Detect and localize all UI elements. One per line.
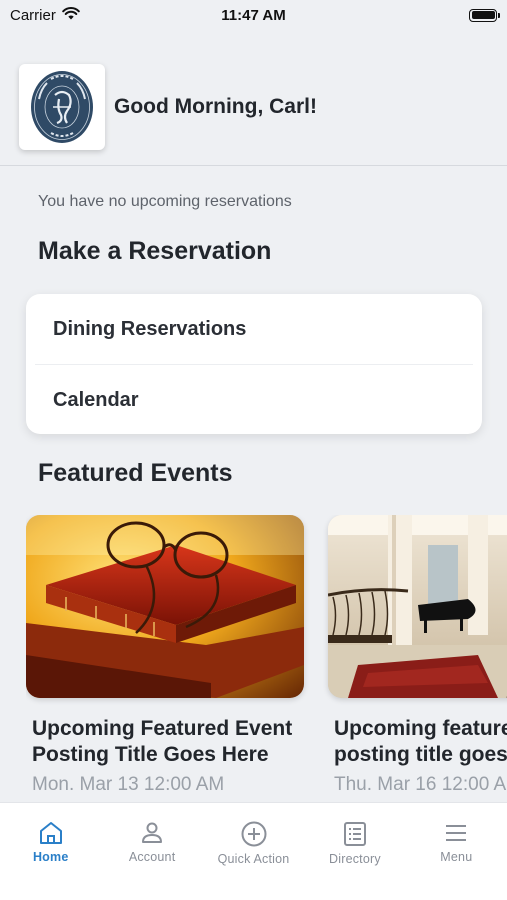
person-icon (139, 821, 165, 845)
greeting-text: Good Morning, Carl! (114, 94, 317, 118)
featured-events-carousel[interactable]: Upcoming Featured Event Posting Title Go… (26, 515, 507, 805)
reservation-options-card: Dining Reservations Calendar (26, 294, 482, 434)
status-left: Carrier (10, 7, 80, 24)
tab-directory[interactable]: Directory (304, 803, 405, 900)
status-bar: Carrier 11:47 AM (0, 0, 507, 30)
event-title: Upcoming Featured Event Posting Title Go… (32, 716, 304, 768)
carrier-label: Carrier (10, 6, 56, 24)
wifi-icon (62, 6, 80, 24)
tab-account[interactable]: Account (101, 803, 202, 900)
tab-label: Menu (440, 850, 473, 864)
tab-quick-action[interactable]: Quick Action (203, 803, 304, 900)
event-title-line: Upcoming Featured Event (32, 717, 293, 740)
tab-home[interactable]: Home (0, 803, 101, 900)
tab-label: Quick Action (217, 852, 290, 866)
tab-bar: Home Account Quick Action Directory Menu (0, 802, 507, 900)
books-and-glasses-image (26, 515, 304, 698)
plus-circle-icon (240, 821, 268, 847)
event-title-line: Posting Title Goes Here (32, 743, 269, 766)
calendar-label: Calendar (53, 388, 139, 411)
calendar-button[interactable]: Calendar (26, 365, 482, 435)
tab-menu[interactable]: Menu (406, 803, 507, 900)
make-reservation-title: Make a Reservation (38, 237, 272, 265)
ballroom-with-piano-image (328, 515, 507, 698)
no-reservations-message: You have no upcoming reservations (38, 193, 292, 210)
event-card[interactable]: Upcoming Featured Event Posting Title Go… (26, 515, 304, 796)
event-title-line: posting title goes (334, 743, 507, 766)
tab-label: Home (32, 850, 69, 864)
tab-label: Directory (329, 852, 381, 866)
lotos-club-seal-icon (31, 70, 93, 143)
event-date: Thu. Mar 16 12:00 AM (334, 774, 507, 795)
list-icon (342, 821, 368, 847)
dining-reservations-button[interactable]: Dining Reservations (26, 294, 482, 364)
event-card[interactable]: Upcoming featured posting title goes Thu… (328, 515, 507, 796)
dining-reservations-label: Dining Reservations (53, 317, 247, 340)
event-title: Upcoming featured posting title goes (334, 716, 507, 768)
tab-label: Account (128, 850, 176, 864)
header: Good Morning, Carl! (0, 48, 507, 166)
event-date: Mon. Mar 13 12:00 AM (32, 774, 225, 795)
hamburger-icon (443, 821, 469, 845)
home-icon (38, 821, 64, 845)
club-logo[interactable] (19, 63, 105, 150)
battery-icon (469, 8, 500, 22)
featured-events-title: Featured Events (38, 459, 233, 487)
event-title-line: Upcoming featured (334, 717, 507, 740)
